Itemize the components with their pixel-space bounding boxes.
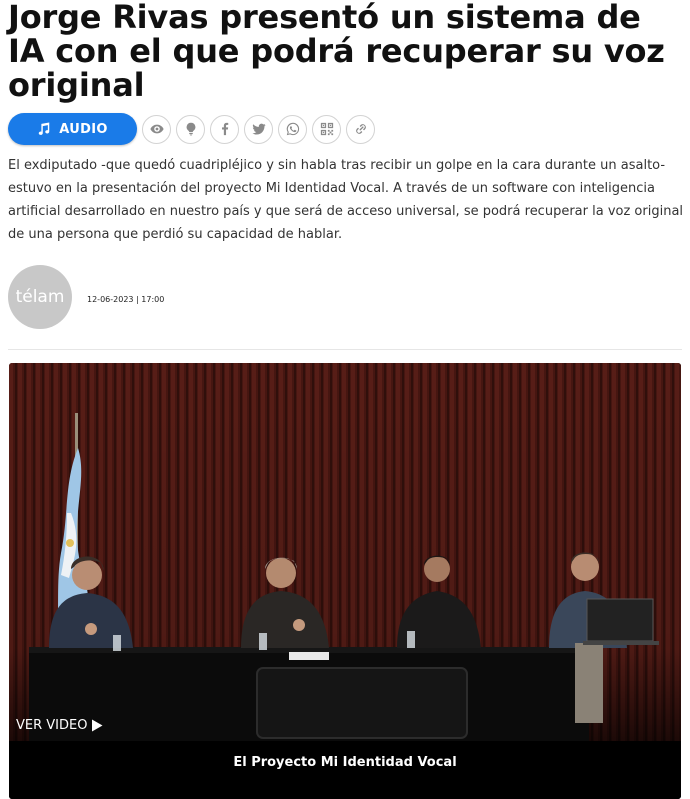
video-player[interactable]: VER VIDEO El Proyecto Mi Identidad Vocal [9,363,681,799]
link-icon [355,124,366,134]
telam-logo-text: télam [15,287,65,307]
qr-code-icon [320,122,333,136]
eye-icon [149,124,164,134]
facebook-button[interactable] [210,114,239,144]
eye-button[interactable] [142,114,171,144]
facebook-icon [221,122,228,136]
publish-dateline: 12-06-2023 | 17:00 [87,295,165,304]
audio-button[interactable]: AUDIO [8,113,137,145]
twitter-icon [251,123,266,135]
link-button[interactable] [346,114,375,144]
music-note-icon [39,122,50,135]
lightbulb-icon [186,122,195,136]
ver-video-link[interactable]: VER VIDEO [16,718,103,733]
video-thumbnail [9,363,681,743]
whatsapp-icon [286,122,299,136]
lightbulb-button[interactable] [176,114,205,144]
play-icon [92,719,103,732]
video-caption: El Proyecto Mi Identidad Vocal [233,755,457,770]
article-lead: El exdiputado -que quedó cuadripléjico y… [8,158,684,242]
article-title: Jorge Rivas presentó un sistema de IA co… [8,0,665,104]
author-byline: télam 12-06-2023 | 17:00 [8,265,682,350]
twitter-button[interactable] [244,114,273,144]
share-toolbar: AUDIO [8,113,375,145]
author-avatar[interactable]: télam [8,265,72,329]
ver-video-label: VER VIDEO [16,718,88,733]
whatsapp-button[interactable] [278,114,307,144]
audio-button-label: AUDIO [59,121,108,137]
qr-code-button[interactable] [312,114,341,144]
video-caption-bar: El Proyecto Mi Identidad Vocal [9,741,681,799]
